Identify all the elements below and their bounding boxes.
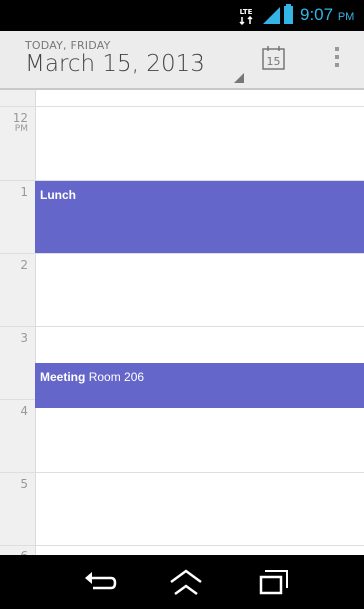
hour-label: 1 (4, 186, 28, 198)
hour-line (0, 253, 364, 254)
overflow-menu-icon[interactable] (334, 47, 340, 71)
hour-label: 12 PM (4, 112, 28, 134)
hour-line (0, 472, 364, 473)
clock-time: 9:07 (300, 5, 334, 24)
event-title: Lunch (40, 188, 76, 202)
hour-line (0, 326, 364, 327)
event-title: Meeting (40, 370, 86, 384)
day-view-grid[interactable]: 12 PM 1 2 3 4 5 6 Lunch Meeting Room 206 (0, 90, 364, 555)
hour-label: 5 (4, 478, 28, 490)
hour-label-suffix: PM (14, 124, 28, 134)
hour-label-number: 5 (20, 477, 28, 491)
event-location: Room 206 (88, 370, 145, 384)
action-bar: TODAY, FRIDAY March 15, 2013 15 (0, 31, 364, 90)
hour-label-number: 2 (20, 258, 28, 272)
signal-icon (263, 7, 280, 24)
lte-data-icon: LTE (239, 8, 253, 26)
hour-label: 3 (4, 332, 28, 344)
clock-ampm: PM (337, 11, 355, 23)
date-title: March 15, 2013 (25, 51, 205, 77)
status-clock: 9:07 PM (300, 3, 354, 29)
hour-label-number: 4 (20, 404, 28, 418)
recent-apps-icon[interactable] (256, 568, 292, 596)
hour-label: 4 (4, 405, 28, 417)
status-bar: LTE 9:07 PM (0, 0, 364, 31)
event-meeting[interactable]: Meeting Room 206 (35, 363, 364, 408)
navigation-bar (0, 555, 364, 609)
event-lunch[interactable]: Lunch (35, 181, 364, 253)
today-day-number: 15 (267, 55, 281, 68)
hour-line (0, 106, 364, 107)
back-icon[interactable] (82, 568, 118, 596)
battery-icon (284, 4, 293, 24)
hour-label-number: 1 (20, 185, 28, 199)
hour-line (0, 545, 364, 546)
home-icon[interactable] (168, 568, 204, 596)
dropdown-indicator-icon (234, 73, 244, 83)
hour-label-number: 3 (20, 331, 28, 345)
go-to-today-icon[interactable]: 15 (262, 45, 285, 70)
svg-text:LTE: LTE (240, 8, 253, 16)
hour-label-number: 12 (12, 111, 28, 125)
hour-label: 2 (4, 259, 28, 271)
